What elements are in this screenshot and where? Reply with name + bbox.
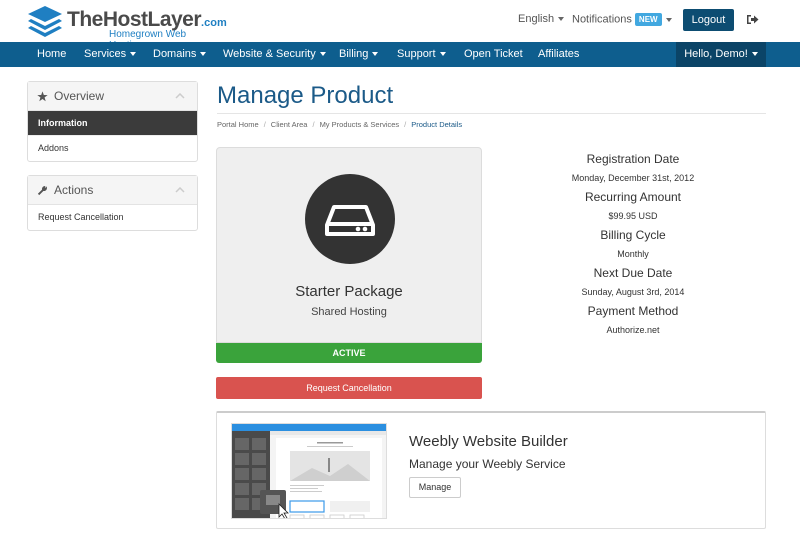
nav-domains[interactable]: Domains <box>153 42 207 67</box>
payment-method-value: Authorize.net <box>606 325 660 335</box>
exit-icon[interactable] <box>746 14 759 25</box>
chevron-down-icon <box>319 52 326 57</box>
next-due-date-value: Sunday, August 3rd, 2014 <box>581 287 685 297</box>
weebly-preview-image <box>231 423 387 519</box>
actions-panel: Actions Request Cancellation <box>27 175 198 231</box>
top-header: TheHostLayer.com Homegrown Web Hosting E… <box>0 0 800 51</box>
product-card: Starter Package Shared Hosting <box>216 147 482 343</box>
user-menu[interactable]: Hello, Demo! <box>676 42 766 67</box>
billing-cycle-value: Monthly <box>617 249 649 259</box>
site-logo[interactable]: TheHostLayer.com Homegrown Web Hosting <box>27 5 227 51</box>
manage-weebly-button[interactable]: Manage <box>409 477 461 498</box>
nav-support[interactable]: Support <box>397 42 446 67</box>
product-icon-circle <box>305 174 395 264</box>
chevron-down-icon <box>558 17 565 22</box>
layers-logo-icon <box>28 6 62 37</box>
weebly-builder-illustration <box>232 424 386 518</box>
registration-date-label: Registration Date <box>586 152 680 166</box>
request-cancellation-button[interactable]: Request Cancellation <box>216 377 482 399</box>
nav-billing[interactable]: Billing <box>339 42 379 67</box>
overview-panel-header[interactable]: Overview <box>28 82 197 111</box>
recurring-amount-label: Recurring Amount <box>584 190 682 204</box>
billing-cycle-label: Billing Cycle <box>600 228 666 242</box>
title-divider <box>217 113 766 114</box>
chevron-down-icon <box>130 52 137 57</box>
breadcrumb-client-area[interactable]: Client Area <box>271 120 308 129</box>
breadcrumb-portal-home[interactable]: Portal Home <box>217 120 259 129</box>
breadcrumb: Portal Home / Client Area / My Products & Se… <box>217 120 463 129</box>
breadcrumb-products-services[interactable]: My Products & Services <box>320 120 400 129</box>
hard-drive-icon <box>325 205 375 236</box>
breadcrumb-current: Product Details <box>411 120 463 129</box>
nav-open-ticket[interactable]: Open Ticket <box>464 42 523 67</box>
new-badge: NEW <box>634 13 662 26</box>
chevron-down-icon <box>439 52 446 57</box>
registration-date-value: Monday, December 31st, 2012 <box>571 173 695 183</box>
brand-domain: .com <box>201 17 227 29</box>
product-name: Starter Package <box>295 283 403 300</box>
recurring-amount-value: $99.95 USD <box>608 211 658 221</box>
product-details: Registration Date Monday, December 31st,… <box>550 150 716 340</box>
star-icon <box>37 91 48 102</box>
nav-affiliates[interactable]: Affiliates <box>538 42 579 67</box>
chevron-down-icon <box>372 52 379 57</box>
product-group: Shared Hosting <box>311 306 387 318</box>
addon-title: Weebly Website Builder <box>409 433 568 450</box>
notifications-menu[interactable]: Notifications NEW <box>572 13 672 26</box>
chevron-down-icon <box>200 52 207 57</box>
chevron-down-icon <box>665 17 672 22</box>
addon-description: Manage your Weebly Service <box>409 457 566 471</box>
actions-panel-header[interactable]: Actions <box>28 176 197 205</box>
page-title: Manage Product <box>217 82 394 109</box>
status-badge: ACTIVE <box>216 343 482 363</box>
chevron-up-icon <box>175 187 185 193</box>
payment-method-label: Payment Method <box>587 304 679 318</box>
weebly-addon-card: Weebly Website Builder Manage your Weebl… <box>216 411 766 529</box>
main-navbar: Home Services Domains Website & Security… <box>0 42 800 67</box>
next-due-date-label: Next Due Date <box>593 266 673 280</box>
nav-website-security[interactable]: Website & Security <box>223 42 326 67</box>
chevron-up-icon <box>175 93 185 99</box>
sidebar-item-addons[interactable]: Addons <box>28 136 197 161</box>
overview-title: Overview <box>54 89 105 103</box>
chevron-down-icon <box>751 52 758 57</box>
sidebar-item-information[interactable]: Information <box>28 111 197 136</box>
nav-services[interactable]: Services <box>84 42 137 67</box>
language-selector[interactable]: English <box>518 13 565 25</box>
actions-title: Actions <box>54 183 94 197</box>
overview-panel: Overview Information Addons <box>27 81 198 162</box>
logout-button[interactable]: Logout <box>683 9 734 31</box>
sidebar-item-request-cancellation[interactable]: Request Cancellation <box>28 205 197 230</box>
nav-home[interactable]: Home <box>37 42 66 67</box>
wrench-icon <box>37 186 47 196</box>
